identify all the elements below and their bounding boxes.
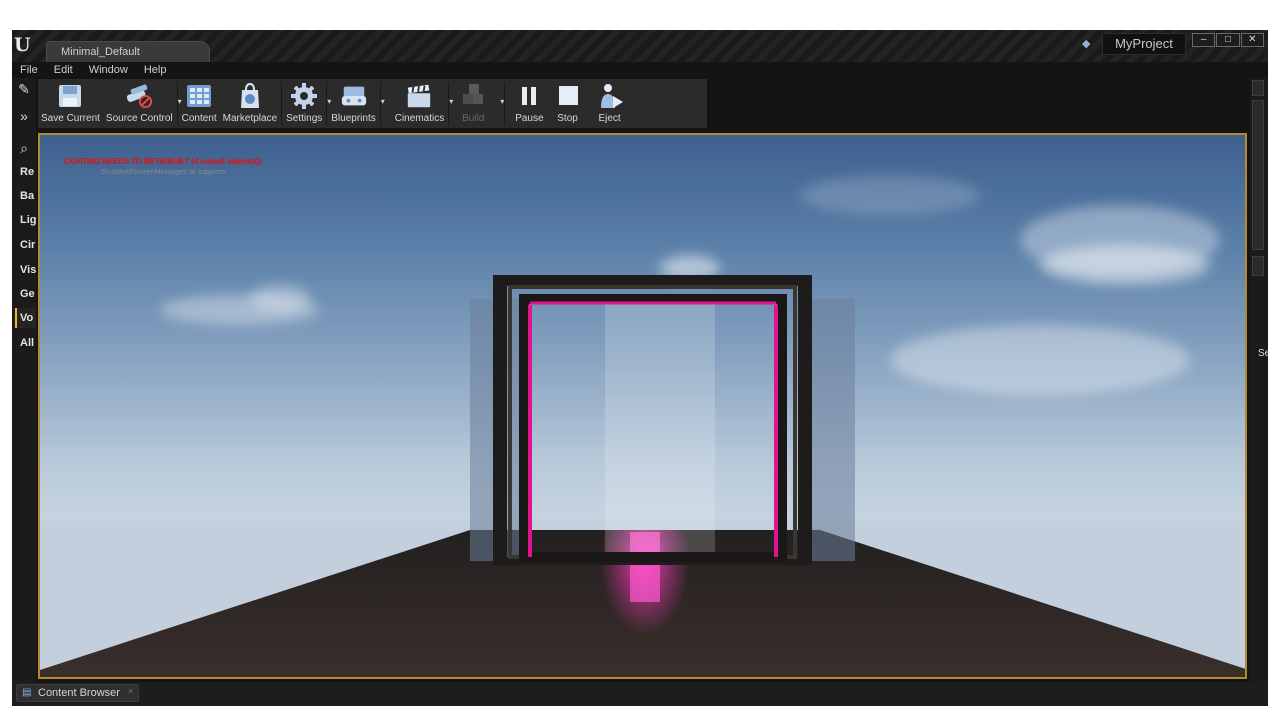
eject-icon: [596, 81, 624, 111]
window-controls: – □ ✕: [1192, 33, 1264, 49]
chevron-down-icon[interactable]: ▾: [381, 97, 385, 106]
stop-label: Stop: [557, 113, 578, 124]
project-icon: ◆: [1082, 38, 1091, 50]
cinematics-button[interactable]: Cinematics ▾: [392, 79, 453, 128]
gear-icon: [290, 81, 318, 111]
pause-button[interactable]: Pause: [512, 79, 546, 128]
source-control-button[interactable]: Source Control ▾: [103, 79, 182, 128]
save-current-button[interactable]: Save Current: [38, 79, 103, 128]
project-name: MyProject: [1102, 33, 1186, 55]
chevron-down-icon[interactable]: ▾: [449, 97, 453, 106]
minimize-button[interactable]: –: [1192, 33, 1216, 47]
blueprints-label: Blueprints: [331, 113, 376, 124]
save-icon: [56, 81, 84, 111]
content-button[interactable]: Content: [179, 79, 220, 128]
modes-item-geometry[interactable]: Ge: [15, 284, 36, 304]
maximize-button[interactable]: □: [1216, 33, 1240, 47]
build-icon: [459, 81, 487, 111]
stop-button[interactable]: Stop: [551, 79, 585, 128]
cloud: [800, 175, 980, 215]
chevron-down-icon[interactable]: ▾: [500, 97, 504, 106]
settings-label: Settings: [286, 113, 323, 124]
level-tab-label: Minimal_Default: [61, 46, 140, 58]
build-button: Build ▾: [456, 79, 504, 128]
menu-file[interactable]: File: [12, 62, 46, 78]
title-bar: U Minimal_Default ◆ MyProject – □ ✕: [12, 30, 1268, 62]
panel-tab[interactable]: [1252, 80, 1264, 96]
bottom-bar: ▤ Content Browser ×: [12, 682, 1268, 706]
modes-item-volumes[interactable]: Vo: [15, 308, 36, 328]
menu-edit[interactable]: Edit: [46, 62, 81, 78]
search-icon[interactable]: ⌕: [16, 140, 32, 156]
marketplace-button[interactable]: Marketplace: [220, 79, 280, 128]
blueprints-icon: [340, 81, 368, 111]
cloud: [1040, 245, 1210, 285]
right-panel-strip: Se: [1250, 78, 1268, 682]
modes-item-visual-effects[interactable]: Vis: [15, 260, 36, 280]
clapperboard-icon: [405, 81, 433, 111]
details-panel-label: Se: [1258, 348, 1268, 359]
lighting-warning-hint: 'DisableAllScreenMessages' to suppress: [100, 169, 227, 176]
expand-chevron-icon[interactable]: »: [16, 108, 32, 124]
cinematics-label: Cinematics: [394, 113, 445, 124]
menu-window[interactable]: Window: [81, 62, 136, 78]
toolbar-separator: [504, 82, 506, 126]
stop-icon: [554, 81, 582, 111]
main-toolbar: Save Current Source Control ▾ Content Ma…: [38, 79, 707, 128]
content-browser-label: Content Browser: [38, 687, 120, 699]
close-icon[interactable]: ×: [128, 686, 133, 696]
content-label: Content: [181, 113, 217, 124]
level-tab[interactable]: Minimal_Default: [46, 41, 210, 62]
modes-item-cinematic[interactable]: Cir: [15, 235, 36, 255]
portal-frame: [470, 275, 855, 565]
modes-item-recent[interactable]: Re: [15, 162, 36, 182]
marketplace-icon: [236, 81, 264, 111]
place-mode-icon[interactable]: ✎: [16, 81, 32, 97]
lighting-warning: LIGHTING NEEDS TO BE REBUILT (4 unbuilt …: [64, 157, 262, 166]
modes-item-basic[interactable]: Ba: [15, 186, 36, 206]
settings-button[interactable]: Settings ▾: [283, 79, 331, 128]
pause-label: Pause: [515, 113, 544, 124]
cloud: [250, 285, 310, 311]
source-control-label: Source Control: [105, 113, 173, 124]
modes-panel: ✎ » ⌕ Re Ba Lig Cir Vis Ge Vo All: [12, 78, 36, 682]
editor-window: U Minimal_Default ◆ MyProject – □ ✕ File…: [12, 30, 1268, 706]
eject-label: Eject: [598, 113, 621, 124]
toolbar-separator: [281, 82, 283, 126]
eject-button[interactable]: Eject: [593, 79, 627, 128]
cloud: [890, 325, 1190, 395]
blueprints-button[interactable]: Blueprints ▾: [328, 79, 385, 128]
source-control-icon: [125, 81, 153, 111]
menu-help[interactable]: Help: [136, 62, 175, 78]
content-icon: [185, 81, 213, 111]
unreal-logo-icon: U: [14, 34, 31, 56]
modes-item-lights[interactable]: Lig: [15, 210, 36, 230]
panel-scrollbar[interactable]: [1252, 100, 1264, 250]
panel-tab[interactable]: [1252, 256, 1264, 276]
menu-bar: File Edit Window Help: [12, 62, 1268, 78]
build-label: Build: [462, 113, 485, 124]
content-browser-tab[interactable]: ▤ Content Browser ×: [16, 684, 139, 702]
content-browser-icon: ▤: [22, 687, 32, 698]
close-button[interactable]: ✕: [1240, 33, 1264, 47]
level-viewport[interactable]: LIGHTING NEEDS TO BE REBUILT (4 unbuilt …: [38, 133, 1247, 679]
modes-item-all-classes[interactable]: All: [15, 333, 36, 353]
marketplace-label: Marketplace: [222, 113, 278, 124]
pause-icon: [515, 81, 543, 111]
save-current-label: Save Current: [41, 113, 100, 124]
